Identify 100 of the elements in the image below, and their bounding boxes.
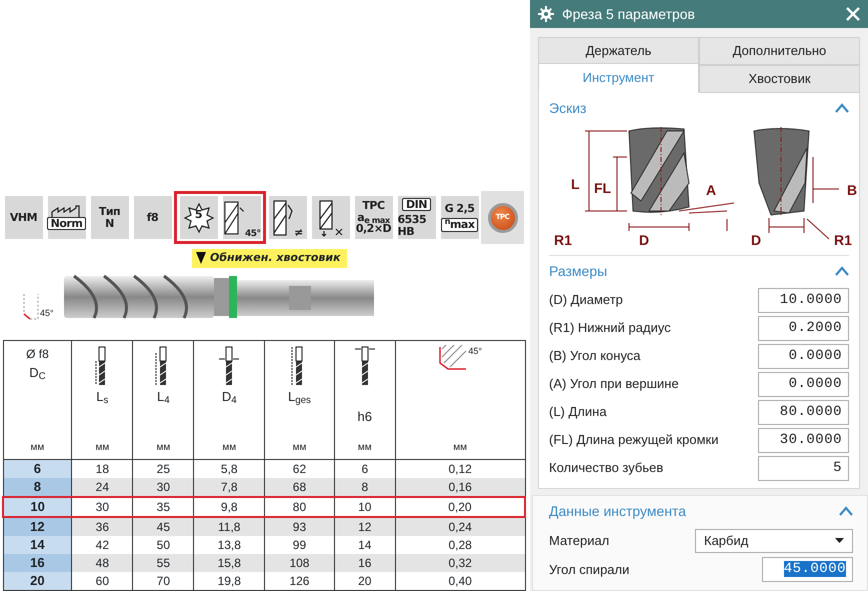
tile-text: G 2,5 [444, 203, 474, 215]
field-label: (A) Угол при вершине [549, 375, 679, 394]
table-cell: 11,8 [194, 517, 265, 536]
field-label: (D) Диаметр [549, 291, 623, 310]
dimension-label: D [639, 232, 650, 248]
table-cell: 19,8 [194, 572, 265, 590]
input-field[interactable]: 80.0000 [758, 400, 849, 424]
tile-text: $^{n}$max [440, 218, 478, 232]
tab[interactable]: Хвостовик [699, 65, 860, 93]
table-cell: 0,16 [395, 478, 525, 497]
table-cell: 24 [72, 478, 133, 497]
table-cell: 48 [72, 554, 133, 572]
table-cell: 8 [3, 478, 72, 497]
table-row[interactable]: 12 36 45 11,8 93 12 0,24 [3, 517, 525, 536]
table-cell: 0,32 [395, 554, 525, 572]
section-title: Данные инструмента [549, 502, 686, 521]
dimension-label: R1 [834, 232, 852, 248]
table-cell: 0,40 [395, 572, 525, 590]
table-cell: 12 [334, 517, 396, 536]
unit-label: мм [358, 441, 372, 455]
column-heading: D$_{C}$ [29, 364, 46, 382]
table-cell: 68 [264, 478, 334, 497]
tile-text: Norm [46, 216, 86, 230]
input-field[interactable]: 0.2000 [758, 316, 849, 340]
unit-label: мм [453, 441, 468, 455]
close-icon[interactable] [846, 7, 860, 21]
table-row[interactable]: 16 48 55 15,8 108 16 0,32 [3, 554, 525, 572]
column-heading: Ø f8 [26, 346, 49, 363]
table-cell: 16 [334, 554, 396, 572]
dimension-label: FL [594, 180, 612, 196]
input-field[interactable]: 30.0000 [758, 428, 849, 452]
column-heading: h6 [358, 408, 372, 426]
input-field[interactable]: 0.0000 [758, 372, 849, 396]
tile-text: Тип [98, 206, 120, 218]
table-cell: 16 [3, 554, 72, 572]
field-label: Материал [549, 532, 610, 550]
field-label: (B) Угол конуса [549, 347, 641, 366]
table-cell: 10 [3, 497, 72, 517]
end-mill-icon [219, 345, 240, 387]
table-row[interactable]: 8 24 30 7,8 68 8 0,16 [3, 478, 525, 497]
unit-label: мм [30, 441, 44, 455]
field-label: (FL) Длина режущей кромки [549, 431, 718, 450]
tile-text: a$_{e max}$ [357, 212, 390, 224]
tile-text: 5 [194, 209, 202, 221]
window-title: Фреза 5 параметров [562, 4, 696, 24]
field-label: Количество зубьев [549, 459, 664, 478]
table-cell: 15,8 [194, 554, 265, 572]
table-row[interactable]: 20 60 70 19,8 126 20 0,40 [3, 572, 525, 590]
table-cell: 36 [72, 517, 133, 536]
chevron-up-icon[interactable] [835, 103, 849, 113]
dimension-label: R1 [554, 232, 572, 248]
tab[interactable]: Инструмент [538, 63, 699, 93]
table-row[interactable]: 10 30 35 9,8 80 10 0,20 [3, 497, 525, 517]
table-cell: 45 [132, 517, 194, 536]
unit-label: мм [95, 441, 110, 455]
chamfer-icon [22, 292, 40, 320]
tab[interactable]: Держатель [538, 37, 699, 65]
table-cell: 20 [334, 572, 396, 590]
unit-label: мм [222, 441, 236, 455]
table-cell: 30 [132, 478, 194, 497]
table-cell: 108 [264, 554, 334, 572]
tile-text: 45° [244, 230, 260, 239]
column-heading: L$_{4}$ [157, 388, 170, 406]
field-label: Угол спирали [549, 560, 630, 579]
chevron-up-icon[interactable] [839, 506, 853, 516]
dimension-label: D [751, 232, 762, 248]
tab[interactable]: Дополнительно [699, 37, 860, 65]
tile-text: DIN [402, 198, 431, 212]
chamfer-icon [438, 345, 468, 373]
tile-text: 0,2×D [356, 223, 392, 235]
tile-text: VHM [10, 212, 38, 224]
dimension-label: A [706, 182, 716, 198]
table-cell: 60 [72, 572, 133, 590]
tile-text: 6535 HB [398, 214, 428, 238]
input-field[interactable]: 45.0000 [762, 557, 853, 582]
dropdown[interactable]: Карбид [695, 528, 853, 552]
caret-icon [835, 538, 844, 543]
table-cell: 93 [264, 517, 334, 536]
table-cell: 126 [264, 572, 334, 590]
dimension-label: B [847, 182, 858, 198]
tile-text: TPC [362, 200, 385, 212]
helix-icon [222, 198, 245, 236]
table-cell: 6 [3, 460, 72, 478]
input-field[interactable]: 10.0000 [758, 288, 849, 312]
end-mill-icon [354, 345, 375, 387]
table-cell: 20 [3, 572, 72, 590]
marker-icon [196, 252, 206, 264]
field-label: (R1) Нижний радиус [549, 319, 671, 338]
table-cell: 0,24 [395, 517, 525, 536]
table-cell: 7,8 [194, 478, 265, 497]
table-cell: 70 [132, 572, 194, 590]
chevron-up-icon[interactable] [835, 266, 849, 276]
helix-icon [272, 198, 294, 236]
tile-text: N [105, 218, 114, 230]
banner-text: Обнижен. хвостовик [210, 250, 341, 266]
tile-text: ≠ [294, 227, 303, 239]
unit-label: мм [292, 441, 306, 455]
dimension-label: L [571, 176, 580, 192]
input-field[interactable]: 0.0000 [758, 344, 849, 368]
input-field[interactable]: 5 [758, 456, 849, 480]
